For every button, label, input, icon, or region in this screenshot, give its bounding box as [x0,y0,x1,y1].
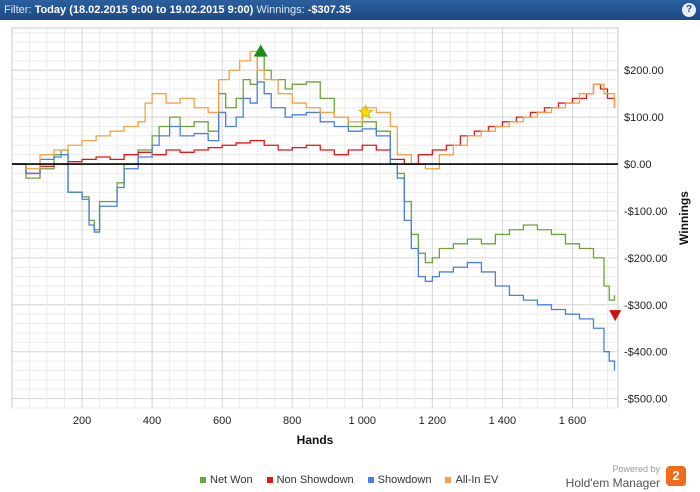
powered-by-text: Powered by [612,464,660,474]
x-tick-label: 1 000 [349,415,377,427]
y-tick-label: -$500.00 [624,394,667,406]
legend-swatch-icon [445,477,452,484]
legend-item[interactable]: Net Won [200,474,253,486]
legend-label: Net Won [210,474,253,486]
grid [11,27,619,409]
y-tick-label: -$300.00 [624,300,667,312]
y-axis-title: Winnings [677,191,691,245]
y-tick-label: $100.00 [624,112,664,124]
x-tick-label: 200 [73,415,91,427]
legend-label: Showdown [377,474,432,486]
legend-label: All-In EV [455,474,499,486]
legend-item[interactable]: All-In EV [445,474,498,486]
filter-value[interactable]: Today (18.02.2015 9:00 to 19.02.2015 9:0… [35,4,254,16]
filter-label: Filter: [4,4,32,16]
y-tick-label: $200.00 [624,65,664,77]
winnings-value: -$307.35 [307,4,352,16]
filter-bar: Filter: Today (18.02.2015 9:00 to 19.02.… [0,0,700,20]
hem2-logo-icon: 2 [666,466,686,486]
winnings-chart: 200 400 600 800 1 000 1 200 1 400 1 600 $200.00 $… [11,27,691,447]
y-tick-label: -$100.00 [624,206,667,218]
x-tick-label: 600 [213,415,231,427]
brand-block: Powered by Hold'em Manager 2 [566,464,686,492]
legend-item[interactable]: Non Showdown [266,474,354,486]
y-tick-label: -$400.00 [624,347,667,359]
legend-swatch-icon [367,477,374,484]
legend-item[interactable]: Showdown [367,474,432,486]
plot-area [11,27,619,409]
legend: Net Won Non Showdown Showdown All-In EV [200,474,512,486]
help-icon[interactable]: ? [682,3,696,17]
winnings-label: Winnings: [256,4,305,16]
brand-name: Hold'em Manager [565,476,660,490]
legend-label: Non Showdown [276,474,354,486]
x-tick-label: 1 400 [489,415,517,427]
x-tick-label: 800 [283,415,301,427]
x-tick-label: 1 200 [419,415,447,427]
legend-swatch-icon [200,477,206,484]
y-tick-label: -$200.00 [624,253,667,265]
legend-swatch-icon [266,477,273,484]
y-tick-label: $0.00 [624,159,652,171]
x-tick-label: 400 [143,415,161,427]
x-axis-title: Hands [297,433,334,447]
x-tick-label: 1 600 [559,415,587,427]
